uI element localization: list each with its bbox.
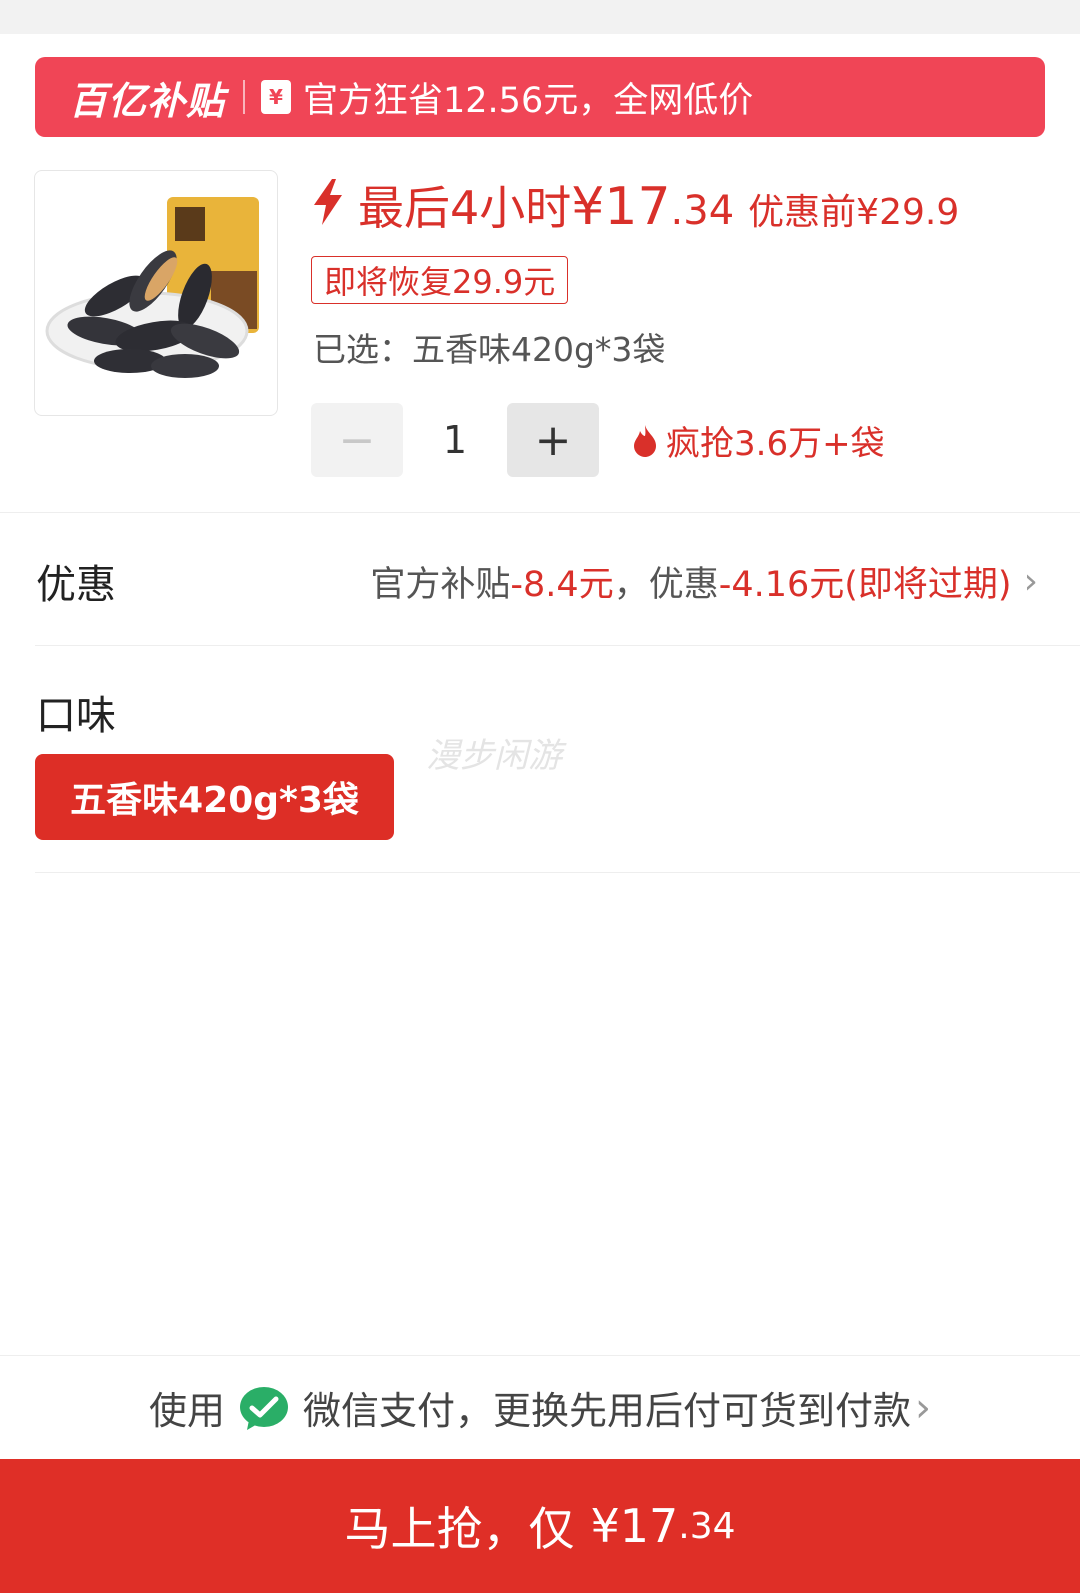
section-divider (0, 512, 1080, 513)
price-row: 最后4小时 ¥17 .34 优惠前¥29.9 (312, 172, 960, 237)
coupon-icon: ¥ (261, 80, 292, 114)
deadline-text: 最后4小时 (358, 181, 572, 235)
payment-method-row[interactable]: 使用 微信支付，更换先用后付可货到付款 › (0, 1355, 1080, 1459)
price-currency-int: ¥17 (571, 177, 671, 237)
buy-price-int: ¥17 (590, 1499, 679, 1553)
fire-icon (634, 424, 656, 457)
quantity-value[interactable]: 1 (403, 403, 507, 477)
original-price: 优惠前¥29.9 (748, 192, 960, 233)
banner-divider (243, 80, 246, 114)
subsidy-amount: -8.4元 (510, 565, 614, 605)
section-divider (35, 645, 1080, 646)
top-strip (0, 0, 1080, 34)
quantity-minus-button[interactable]: − (311, 403, 403, 477)
quantity-plus-button[interactable]: + (507, 403, 599, 477)
payment-method-text: 微信支付，更换先用后付可货到付款 (303, 1389, 912, 1433)
restore-price-tag: 即将恢复29.9元 (311, 256, 569, 304)
sold-count-text: 疯抢3.6万+袋 (666, 424, 885, 464)
chevron-right-icon: › (1023, 561, 1038, 602)
buy-label: 马上抢，仅 (344, 1502, 575, 1556)
section-divider (35, 872, 1080, 873)
official-subsidy-text: 官方补贴 (370, 565, 511, 605)
chevron-right-icon: › (915, 1384, 932, 1431)
sunflower-seeds-image (45, 197, 259, 378)
wechat-pay-icon (240, 1386, 288, 1430)
lightning-icon (314, 179, 342, 225)
discount-detail-row[interactable]: 官方补贴 -8.4元 ，优惠 -4.16元(即将过期) › (370, 556, 1038, 607)
discount-separator: ，优惠 (613, 565, 719, 605)
flavor-option-selected[interactable]: 五香味420g*3袋 (35, 754, 394, 840)
sold-count: 疯抢3.6万+袋 (632, 416, 885, 465)
selected-variant: 已选：五香味420g*3袋 (313, 330, 666, 369)
price-decimal: .34 (670, 188, 735, 234)
buy-now-button[interactable]: 马上抢，仅 ¥17 .34 (0, 1459, 1080, 1593)
flavor-label: 口味 (36, 693, 116, 739)
payment-prefix: 使用 (148, 1389, 225, 1433)
subsidy-logo: 百亿补贴 (69, 78, 226, 123)
subsidy-banner[interactable]: 百亿补贴 ¥ 官方狂省12.56元，全网低价 (35, 57, 1045, 137)
discount-label: 优惠 (36, 562, 116, 608)
product-image[interactable] (34, 170, 278, 416)
buy-price-decimal: .34 (678, 1505, 736, 1547)
watermark: 漫步闲游 (426, 736, 562, 776)
banner-slogan: 官方狂省12.56元，全网低价 (303, 80, 754, 121)
coupon-amount: -4.16元(即将过期) (718, 565, 1012, 605)
